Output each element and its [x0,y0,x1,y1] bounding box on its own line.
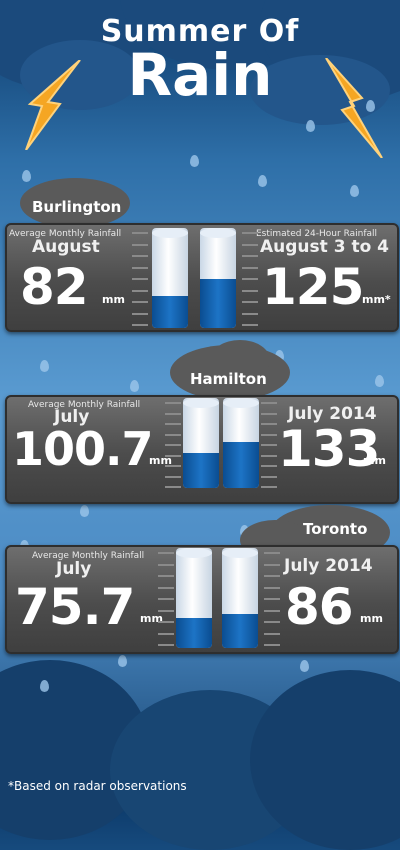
scale-tick [261,476,277,478]
scale-tick [132,278,148,280]
left-value: 82 [20,258,89,316]
scale-tick [261,455,277,457]
average-rainfall-tube [176,548,212,648]
scale-tick [242,290,258,292]
scale-tick [158,621,174,623]
title-line-2: Rain [127,41,273,109]
scale-tick [158,610,174,612]
right-unit: mm [360,612,383,625]
scale-tick [242,313,258,315]
scale-tick [132,232,148,234]
scale-tick [132,324,148,326]
right-unit: mm [363,454,386,467]
scale-tick [264,564,280,566]
scale-ticks-left [132,232,148,326]
bar-fill [183,453,219,488]
scale-tick [158,575,174,577]
scale-tick [132,313,148,315]
scale-tick [242,301,258,303]
average-rainfall-tube [183,398,219,488]
scale-tick [165,465,181,467]
city-label: Hamilton [190,370,267,388]
scale-tick [165,476,181,478]
scale-tick [158,598,174,600]
scale-tick [261,423,277,425]
bar-fill [223,442,259,488]
scale-tick [242,267,258,269]
bar-fill [200,279,236,328]
scale-ticks-right [261,402,277,488]
scale-tick [132,267,148,269]
scale-tick [242,244,258,246]
scale-tick [132,244,148,246]
right-value: 86 [285,578,354,636]
scale-tick [158,564,174,566]
right-period: July 2014 [284,556,373,576]
scale-tick [264,598,280,600]
scale-ticks-left [158,552,174,646]
scale-tick [242,278,258,280]
right-unit: mm* [362,293,391,306]
average-rainfall-tube [152,228,188,328]
left-value: 75.7 [15,578,135,636]
scale-tick [242,232,258,234]
left-period: July [56,559,92,579]
scale-tick [158,552,174,554]
scale-tick [264,575,280,577]
city-label: Toronto [303,520,368,538]
scale-ticks-right [242,232,258,326]
bar-fill [176,618,212,648]
bar-fill [152,296,188,328]
scale-tick [264,610,280,612]
scale-tick [264,587,280,589]
scale-tick [165,455,181,457]
observed-rainfall-tube [200,228,236,328]
right-period: August 3 to 4 [260,237,389,257]
scale-tick [261,465,277,467]
scale-tick [242,255,258,257]
scale-tick [261,413,277,415]
scale-tick [165,444,181,446]
scale-ticks-right [264,552,280,646]
scale-tick [165,486,181,488]
scale-tick [132,255,148,257]
scale-tick [165,434,181,436]
scale-tick [261,434,277,436]
scale-tick [158,644,174,646]
scale-tick [158,587,174,589]
left-period: August [32,237,100,257]
observed-rainfall-tube [222,548,258,648]
scale-tick [264,552,280,554]
scale-ticks-left [165,402,181,488]
scale-tick [261,486,277,488]
scale-tick [264,644,280,646]
scale-tick [264,621,280,623]
scale-tick [242,324,258,326]
left-unit: mm [102,293,125,306]
footnote: *Based on radar observations [8,779,187,793]
scale-tick [261,402,277,404]
scale-tick [158,633,174,635]
left-value: 100.7 [12,422,154,476]
scale-tick [132,290,148,292]
scale-tick [261,444,277,446]
observed-rainfall-tube [223,398,259,488]
scale-tick [165,402,181,404]
scale-tick [165,423,181,425]
city-label: Burlington [32,198,122,216]
bar-fill [222,614,258,648]
scale-tick [132,301,148,303]
right-value: 125 [262,258,364,316]
scale-tick [264,633,280,635]
scale-tick [165,413,181,415]
